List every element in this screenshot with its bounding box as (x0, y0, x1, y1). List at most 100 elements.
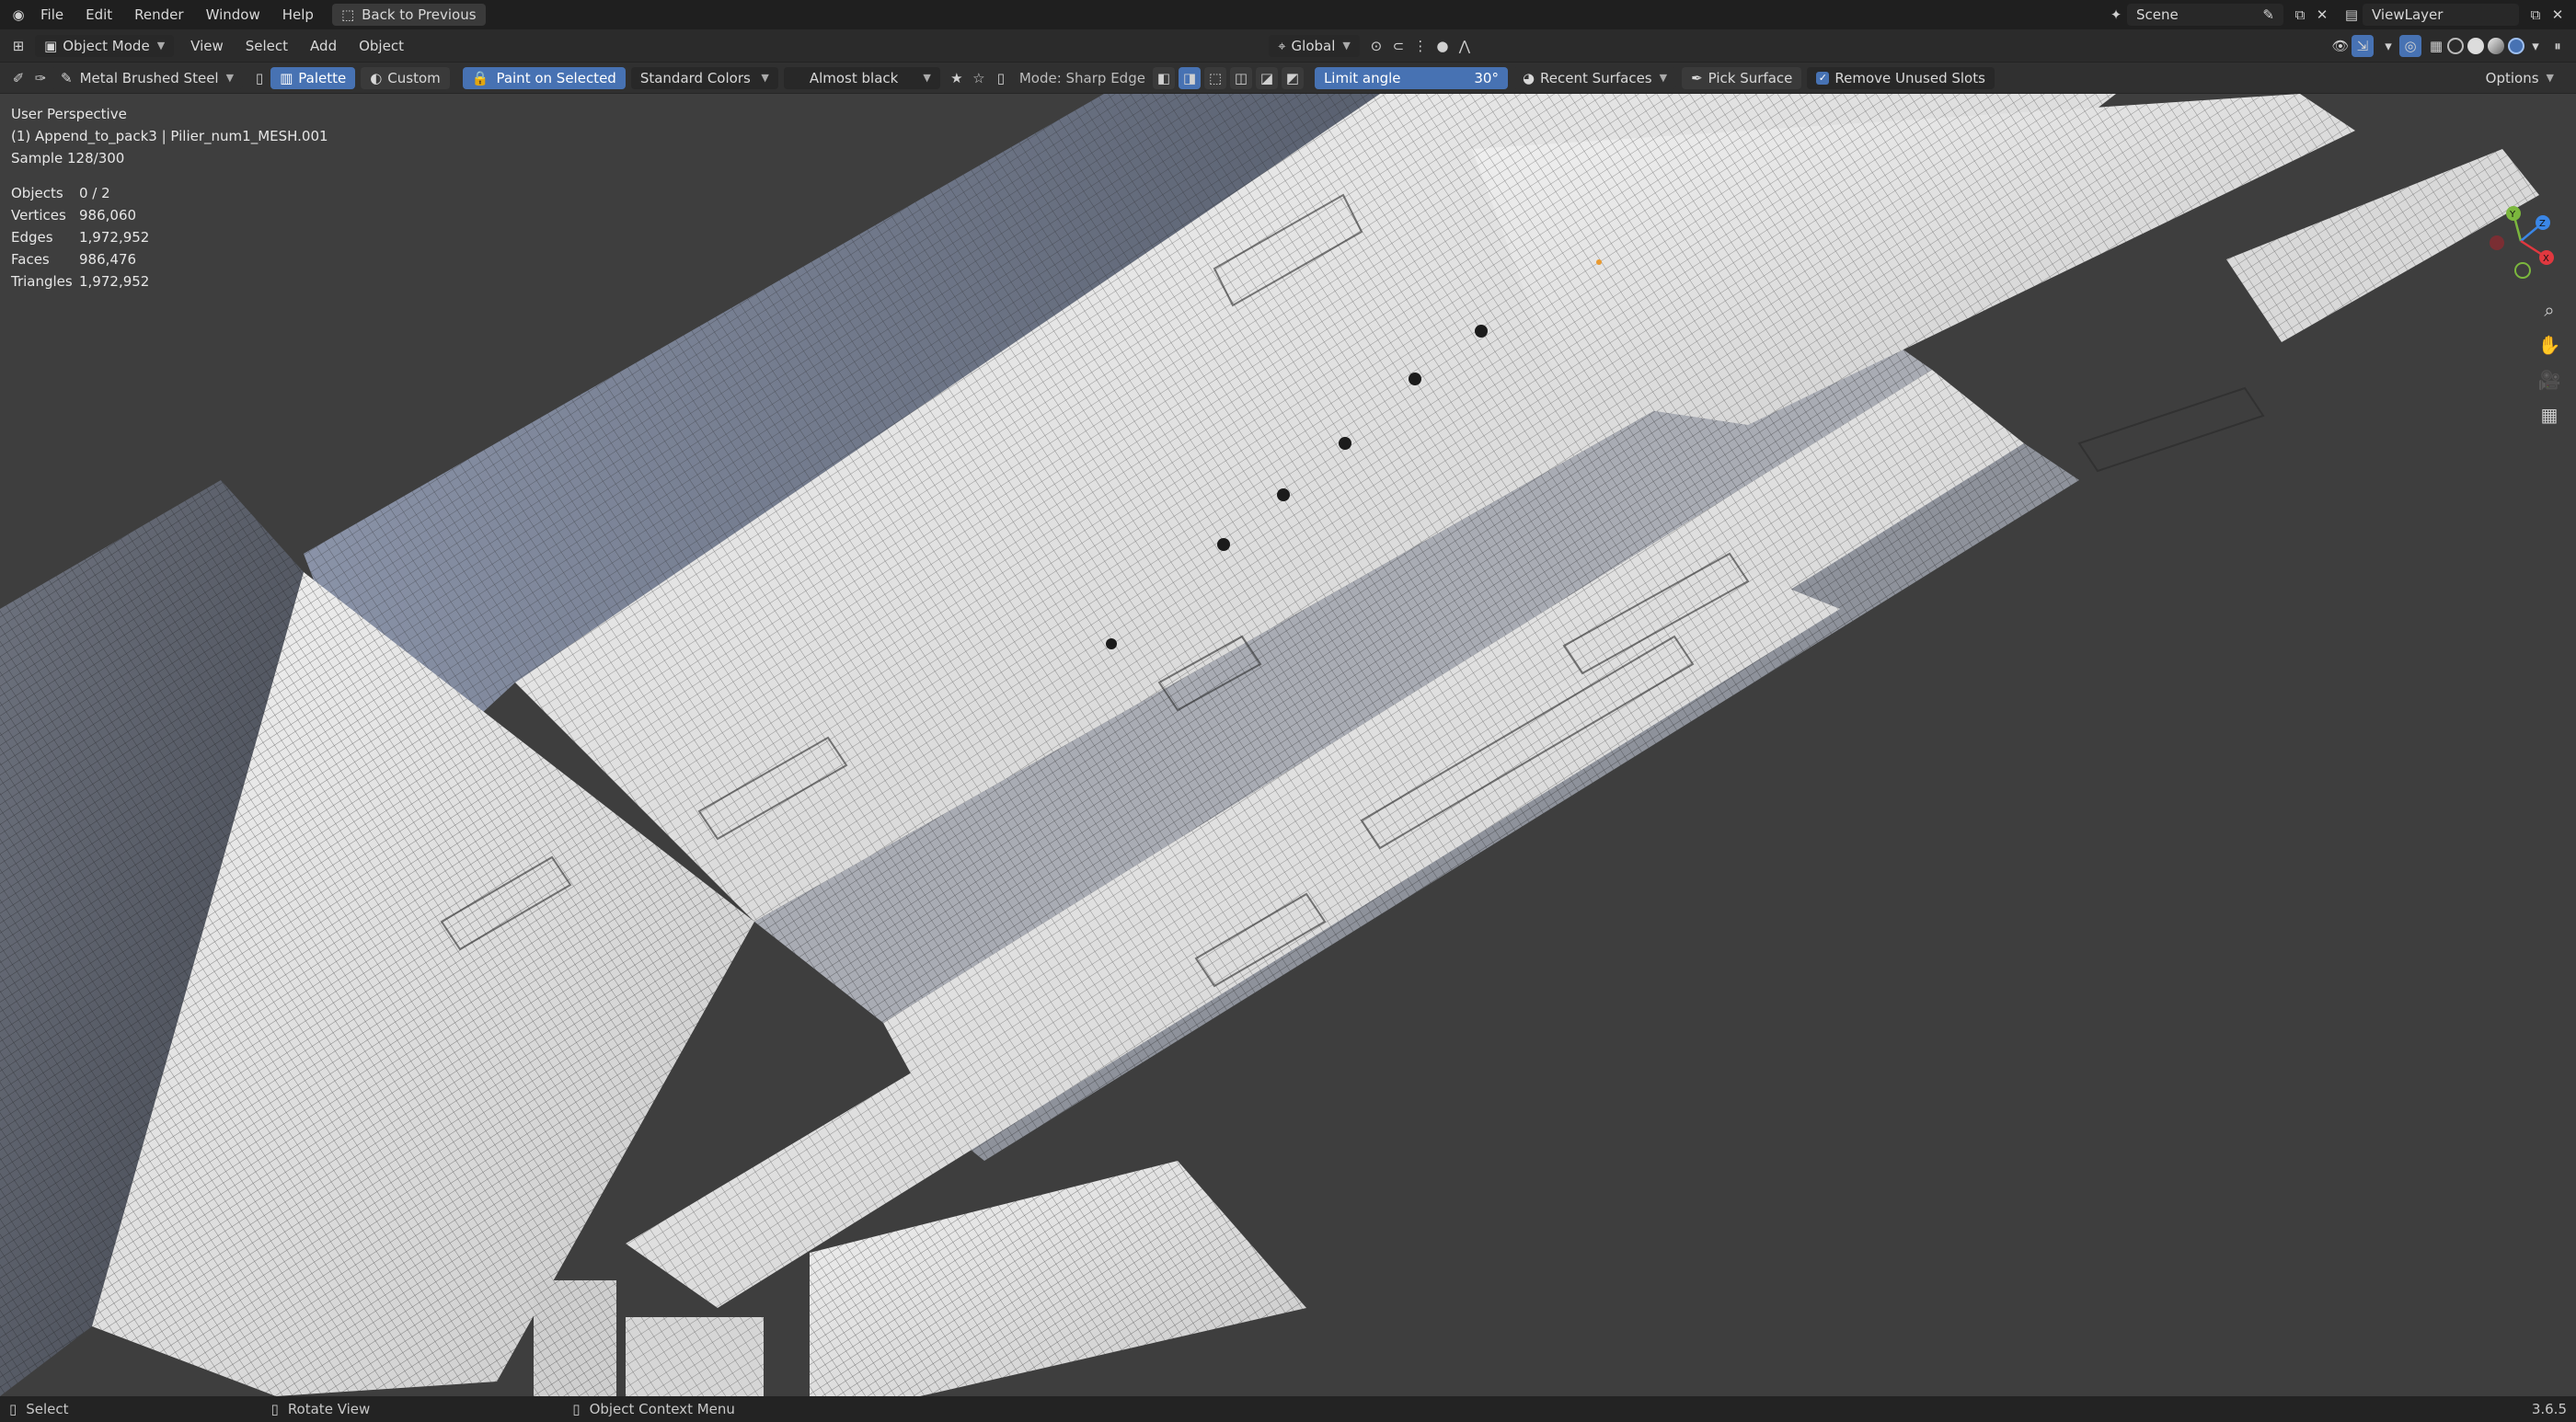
new-viewlayer-icon[interactable]: ⧉ (2524, 4, 2547, 26)
mode-option-4-icon[interactable]: ◫ (1229, 66, 1252, 89)
mesh-render (0, 94, 2539, 1396)
upper-rail (1472, 94, 2539, 425)
mode-label: Object Mode (63, 37, 150, 54)
axis-gizmo-icon[interactable]: Y Z X (2486, 202, 2556, 280)
header-menu-select[interactable]: Select (235, 29, 299, 62)
wireframe-shading-icon[interactable] (2447, 37, 2465, 54)
stat-label: Triangles (11, 273, 73, 290)
mode-selector[interactable]: ▣ Object Mode ▼ (35, 34, 175, 57)
color-name: Almost black (809, 69, 899, 86)
viewlayer-selector[interactable]: ViewLayer (2363, 4, 2519, 26)
eyedropper-icon: ✒ (1691, 69, 1703, 86)
pick-surface-label: Pick Surface (1708, 69, 1793, 86)
scene-name: Scene (2136, 6, 2179, 23)
menu-render[interactable]: Render (123, 0, 194, 29)
material-icon: ✎ (61, 69, 73, 86)
mode-option-1-icon[interactable]: ◧ (1152, 66, 1175, 89)
header-menu-object[interactable]: Object (348, 29, 415, 62)
pick-surface-button[interactable]: ✒ Pick Surface (1682, 66, 1802, 89)
mode-option-6-icon[interactable]: ◩ (1281, 66, 1304, 89)
3d-viewport[interactable]: Y Z X ⌕ ✋ 🎥 ▦ (0, 94, 2576, 1396)
snap-target-icon[interactable]: ⋮ (1409, 35, 1432, 57)
stat-objects: Objects 0 / 2 (11, 182, 328, 204)
overlay-dropdown-icon[interactable]: ▾ (2377, 35, 2399, 57)
transform-orientation-selector[interactable]: ⌖ Global ▼ (1269, 34, 1360, 57)
gizmo-toggle-icon[interactable]: ⇲ (2352, 34, 2375, 57)
xray-icon[interactable]: ▦ (2425, 35, 2447, 57)
pin-icon[interactable]: ✎ (2262, 6, 2274, 23)
stat-value: 986,060 (79, 207, 137, 224)
overlay-toggle-icon[interactable]: ◎ (2399, 34, 2422, 57)
shading-modes (2447, 37, 2525, 54)
mode-option-2-icon[interactable]: ◨ (1178, 66, 1201, 89)
pivot-icon[interactable]: ⊙ (1365, 35, 1387, 57)
mode-option-3-icon[interactable]: ⬚ (1203, 66, 1226, 89)
material-shading-icon[interactable] (2488, 37, 2505, 54)
color-selector[interactable]: Almost black ▼ (783, 66, 940, 89)
paint-on-selected-button[interactable]: 🔒 Paint on Selected (462, 66, 626, 89)
remove-unused-slots-checkbox[interactable]: ✓ Remove Unused Slots (1807, 66, 1995, 89)
snap-icon[interactable]: ⊂ (1387, 35, 1409, 57)
mouse-right-icon: ▯ (572, 1401, 581, 1417)
perspective-grid-icon[interactable]: ▦ (2536, 401, 2563, 429)
menu-window[interactable]: Window (195, 0, 271, 29)
viewport-header: ⊞ ▣ Object Mode ▼ View Select Add Object… (0, 29, 2576, 63)
stat-triangles: Triangles 1,972,952 (11, 270, 328, 292)
navigation-gizmo[interactable]: Y Z X (2486, 202, 2556, 280)
custom-color-icon: ◐ (370, 69, 383, 86)
tool-settings-bar: ✐ ✑ ✎ Metal Brushed Steel ▼ ▯ ▥ Palette … (0, 63, 2576, 94)
mode-option-5-icon[interactable]: ◪ (1255, 66, 1278, 89)
pause-render-icon[interactable]: ⏸ (2547, 35, 2569, 57)
chevron-down-icon: ▼ (2546, 72, 2554, 84)
gizmo-z-label: Z (2539, 219, 2546, 229)
blender-logo-icon[interactable]: ◉ (7, 4, 29, 26)
menu-help[interactable]: Help (271, 0, 325, 29)
brush-tool-icon[interactable]: ✐ (7, 67, 29, 89)
mouse-middle-icon: ▯ (270, 1401, 279, 1417)
camera-icon[interactable]: 🎥 (2536, 366, 2563, 394)
rendered-shading-icon[interactable] (2508, 37, 2525, 54)
limit-angle-value: 30° (1474, 69, 1499, 86)
delete-viewlayer-icon[interactable]: ✕ (2547, 4, 2569, 26)
back-to-previous-button[interactable]: ⬚ Back to Previous (331, 4, 486, 26)
scene-icon[interactable]: ✦ (2105, 4, 2127, 26)
limit-angle-slider[interactable]: Limit angle 30° (1314, 66, 1508, 89)
material-browse-icon[interactable]: ▯ (248, 67, 270, 89)
shading-dropdown-icon[interactable]: ▾ (2524, 35, 2547, 57)
recent-surfaces-selector[interactable]: ◕ Recent Surfaces ▼ (1512, 66, 1677, 89)
header-menu-view[interactable]: View (179, 29, 235, 62)
falloff-icon[interactable]: ⋀ (1454, 35, 1476, 57)
menu-edit[interactable]: Edit (75, 0, 123, 29)
custom-button[interactable]: ◐ Custom (361, 66, 450, 89)
star-outline-icon[interactable]: ☆ (968, 67, 990, 89)
star-filled-icon[interactable]: ★ (946, 67, 968, 89)
scene-selector[interactable]: Scene ✎ (2127, 4, 2283, 26)
visibility-icon[interactable]: 👁 (2329, 35, 2352, 57)
chevron-down-icon: ▼ (761, 72, 769, 84)
viewlayer-icon[interactable]: ▤ (2340, 4, 2363, 26)
status-bar: ▯ Select ▯ Rotate View ▯ Object Context … (0, 1396, 2576, 1422)
proportional-editing-icon[interactable]: ● (1432, 35, 1454, 57)
stat-label: Objects (11, 185, 63, 201)
pan-hand-icon[interactable]: ✋ (2536, 331, 2563, 359)
zoom-icon[interactable]: ⌕ (2536, 296, 2563, 324)
palette-set-selector[interactable]: Standard Colors ▼ (630, 66, 778, 89)
paint-on-selected-label: Paint on Selected (496, 69, 616, 86)
palette-button[interactable]: ▥ Palette (270, 66, 356, 89)
mouse-left-icon: ▯ (9, 1401, 17, 1417)
status-context-menu: Object Context Menu (589, 1401, 735, 1417)
stat-value: 0 / 2 (79, 185, 110, 201)
options-dropdown[interactable]: Options ▼ (2476, 66, 2563, 89)
editor-type-icon[interactable]: ⊞ (7, 35, 29, 57)
brush-settings-icon[interactable]: ✑ (29, 67, 52, 89)
new-scene-icon[interactable]: ⧉ (2289, 4, 2311, 26)
chevron-down-icon: ▼ (923, 72, 931, 84)
material-selector[interactable]: ✎ Metal Brushed Steel ▼ (52, 66, 244, 89)
menu-file[interactable]: File (29, 0, 75, 29)
solid-shading-icon[interactable] (2467, 37, 2485, 54)
header-menu-add[interactable]: Add (299, 29, 348, 62)
delete-scene-icon[interactable]: ✕ (2311, 4, 2333, 26)
back-to-previous-label: Back to Previous (362, 6, 477, 23)
stat-vertices: Vertices 986,060 (11, 204, 328, 226)
render-sample-label: Sample 128/300 (11, 150, 125, 166)
